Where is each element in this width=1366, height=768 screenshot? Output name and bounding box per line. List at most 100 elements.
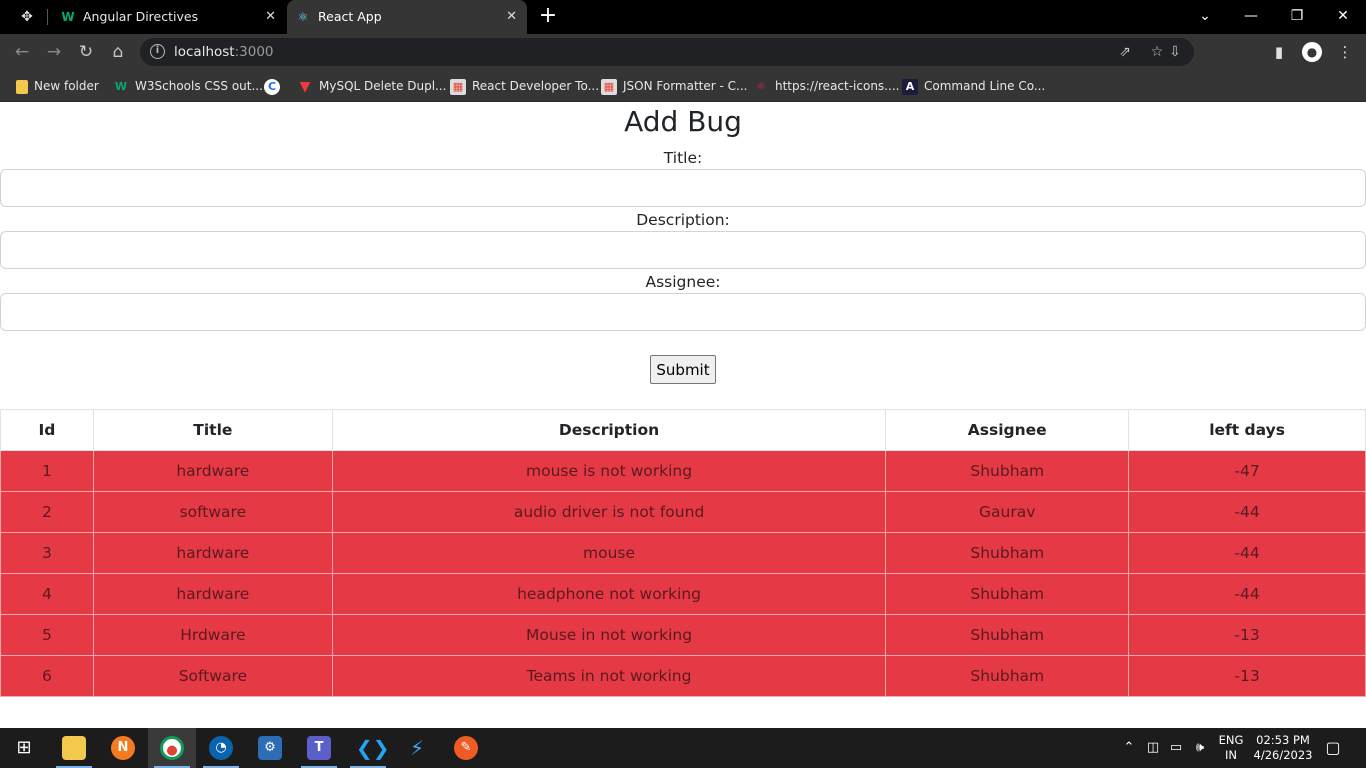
address-bar[interactable]: i localhost:3000 ⇩ ⇗ ☆ [140,38,1194,66]
more-menu-icon[interactable]: ⋮ [1334,40,1356,64]
site-info-icon[interactable]: i [150,44,165,59]
bookmark-label: Command Line Co... [924,79,1046,93]
cell-left-days: -44 [1128,573,1366,615]
bookmarks-bar: New folder W W3Schools CSS out... C ▼ MySQ… [0,70,1366,102]
table-row: 5 Hrdware Mouse in not working Shubham -… [0,614,1366,656]
tab-search-extension-icon[interactable]: ✥ [17,8,37,26]
windows-taskbar: ⊞ ▬ N ● ◔ ⚙ T ❮❯ ⚡ ✎ ⌃ ◫ ▭ 🕪 ENG IN 02:5… [0,728,1366,768]
cell-left-days: -13 [1128,614,1366,656]
lang-line1: ENG [1218,733,1244,747]
tab-separator [47,9,48,25]
title-input[interactable] [0,169,1366,207]
forward-button[interactable]: → [42,40,66,64]
assignee-input[interactable] [0,293,1366,331]
bookmark-mysql-delete[interactable]: ▼ MySQL Delete Dupl... [297,76,447,96]
bookmark-label: MySQL Delete Dupl... [319,79,447,93]
header-left-days: left days [1128,409,1366,451]
cell-left-days: -44 [1128,491,1366,533]
cell-assignee: Gaurav [885,491,1130,533]
cell-description: audio driver is not found [331,491,887,533]
new-tab-button[interactable]: + [538,4,558,28]
notifications-icon[interactable]: ▢ [1322,728,1344,768]
bookmark-label: React Developer To... [472,79,600,93]
description-label: Description: [636,211,730,229]
file-explorer-icon[interactable]: ▬ [50,728,98,768]
cell-title: hardware [92,573,333,615]
app-n-icon[interactable]: N [99,728,147,768]
url-host: localhost [174,44,235,60]
bookmark-react-developer-tools[interactable]: ▦ React Developer To... [450,76,599,96]
table-row: 6 Software Teams in not working Shubham … [0,655,1366,697]
tab-react-app[interactable]: ⚛ React App ✕ [287,0,527,34]
show-hidden-icons-icon[interactable]: ⌃ [1120,728,1138,768]
restore-button[interactable]: ❐ [1274,0,1320,34]
cell-id: 6 [0,655,94,697]
tab-angular-directives[interactable]: W Angular Directives ✕ [52,0,286,34]
title-label: Title: [663,149,703,167]
header-id: Id [0,409,94,451]
meeting-icon[interactable]: ◫ [1144,728,1162,768]
tab-title: React App [318,9,382,24]
cell-description: Mouse in not working [331,614,887,656]
install-app-icon[interactable]: ⇩ [1166,44,1184,60]
cell-left-days: -13 [1128,655,1366,697]
bookmark-chrome-web-store[interactable]: C [264,76,286,96]
cell-assignee: Shubham [885,450,1130,492]
network-tool-icon[interactable]: ⚙ [246,728,294,768]
bookmark-label: W3Schools CSS out... [135,79,263,93]
header-description: Description [331,409,887,451]
url-port: :3000 [234,44,274,60]
cell-description: mouse [331,532,887,574]
bookmark-json-formatter[interactable]: ▦ JSON Formatter - C... [601,76,747,96]
lang-line2: IN [1225,748,1237,762]
reload-button[interactable]: ↻ [74,40,98,64]
table-row: 4 hardware headphone not working Shubham… [0,573,1366,615]
profile-avatar-icon[interactable]: ● [1302,42,1322,62]
chrome-store-icon: ▦ [450,78,466,95]
bookmark-w3schools[interactable]: W W3Schools CSS out... [113,76,263,96]
home-button[interactable]: ⌂ [106,40,130,64]
cell-title: Software [92,655,333,697]
bookmark-command-line[interactable]: A Command Line Co... [902,76,1045,96]
back-button[interactable]: ← [10,40,34,64]
volume-icon[interactable]: 🕪 [1190,728,1210,768]
teams-icon[interactable]: T [295,728,343,768]
table-row: 3 hardware mouse Shubham -44 [0,532,1366,574]
outlook-icon[interactable]: ◔ [197,728,245,768]
bookmark-label: https://react-icons.... [775,79,900,93]
page-content: Add Bug Title: Description: Assignee: Su… [0,103,1366,728]
description-input[interactable] [0,231,1366,269]
windows-start-icon[interactable]: ⊞ [0,728,48,768]
cell-left-days: -44 [1128,532,1366,574]
cell-title: Hrdware [92,614,333,656]
flash-app-icon[interactable]: ⚡ [393,728,441,768]
chrome-icon[interactable]: ● [148,728,196,768]
tab-close-icon[interactable]: ✕ [265,0,276,34]
bookmark-react-icons[interactable]: ⚛ https://react-icons.... [753,76,899,96]
bookmark-star-icon[interactable]: ☆ [1148,44,1166,60]
chrome-web-store-icon: C [264,78,280,95]
side-panel-icon[interactable]: ▮ [1268,40,1290,64]
tab-list-chevron-icon[interactable]: ⌄ [1182,0,1228,34]
vivaldi-v-icon: ▼ [299,78,311,95]
clock-time: 02:53 PM [1256,733,1310,747]
close-window-button[interactable]: ✕ [1320,0,1366,34]
share-icon[interactable]: ⇗ [1116,44,1134,60]
network-icon[interactable]: ▭ [1166,728,1186,768]
vscode-icon[interactable]: ❮❯ [344,728,392,768]
tab-close-icon[interactable]: ✕ [506,0,517,34]
table-header-row: Id Title Description Assignee left days [0,409,1366,451]
tab-title: Angular Directives [83,9,199,24]
submit-button[interactable]: Submit [650,355,716,384]
cell-description: headphone not working [331,573,887,615]
cell-assignee: Shubham [885,655,1130,697]
header-title: Title [92,409,333,451]
postman-icon[interactable]: ✎ [442,728,490,768]
taskbar-clock[interactable]: 02:53 PM 4/26/2023 [1252,733,1314,763]
bookmark-new-folder[interactable]: New folder [16,76,99,96]
minimize-button[interactable]: — [1228,0,1274,34]
language-indicator[interactable]: ENG IN [1214,733,1248,763]
cell-title: software [92,491,333,533]
cell-title: hardware [92,450,333,492]
address-url: localhost:3000 [174,38,274,66]
